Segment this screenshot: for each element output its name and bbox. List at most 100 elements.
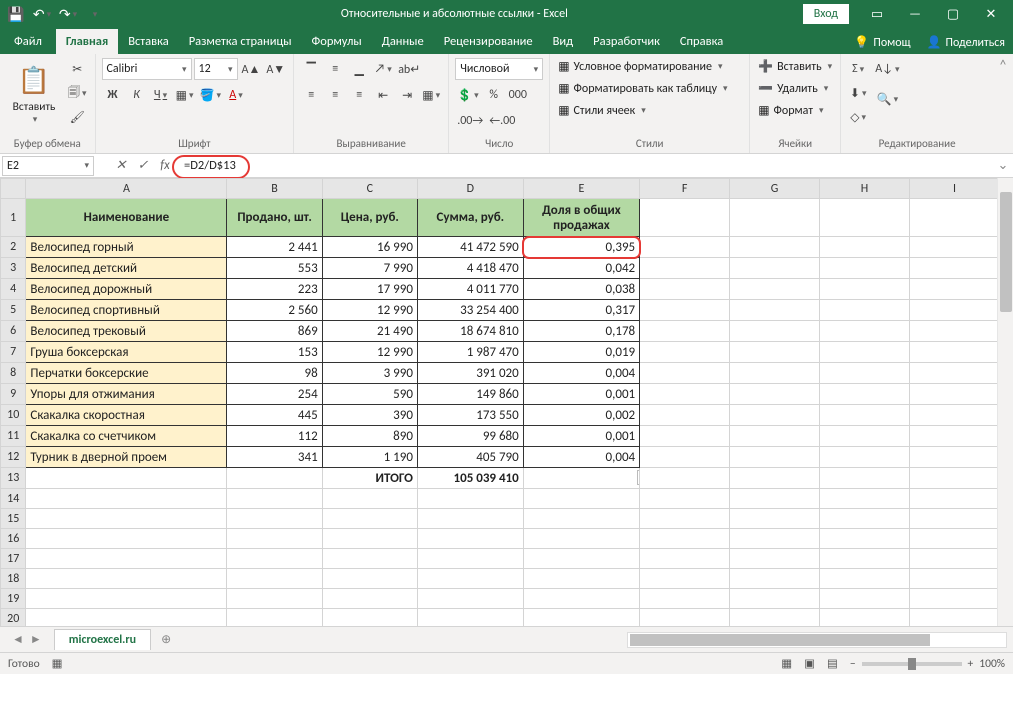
cell-sum[interactable]: 149 860 (417, 384, 523, 405)
autofill-options-icon[interactable]: ▦ (637, 470, 640, 485)
row-header[interactable]: 15 (1, 509, 26, 529)
align-left-icon[interactable]: ≡ (300, 84, 322, 106)
zoom-level[interactable]: 100% (979, 657, 1005, 671)
header-sum[interactable]: Сумма, руб. (417, 199, 523, 237)
sort-filter-icon[interactable]: A↓▾ (873, 58, 901, 80)
expand-formula-bar-icon[interactable]: ⌄ (993, 158, 1013, 173)
view-normal-icon[interactable]: ▦ (781, 656, 792, 671)
font-color-icon[interactable]: A▾ (225, 84, 247, 106)
cell-sum[interactable]: 33 254 400 (417, 300, 523, 321)
row-header[interactable]: 11 (1, 426, 26, 447)
zoom-slider[interactable] (862, 662, 962, 666)
fx-icon[interactable]: fx (154, 158, 176, 173)
cell-price[interactable]: 390 (322, 405, 417, 426)
number-format-combo[interactable]: Числовой▾ (455, 58, 543, 80)
cell-name[interactable]: Турник в дверной проем (26, 447, 227, 468)
font-size-combo[interactable]: 12▾ (194, 58, 238, 80)
cell-sold[interactable]: 98 (227, 363, 322, 384)
horizontal-scrollbar[interactable] (627, 632, 1007, 648)
cell-share[interactable]: 0,042 (523, 258, 639, 279)
cell-price[interactable]: 590 (322, 384, 417, 405)
delete-cells-button[interactable]: ➖Удалить▾ (756, 80, 830, 97)
total-label[interactable]: ИТОГО (322, 468, 417, 489)
ribbon-display-options-icon[interactable]: ▭ (859, 0, 895, 28)
decrease-font-icon[interactable]: A▼ (264, 58, 287, 80)
format-as-table-button[interactable]: ▦Форматировать как таблицу▾ (556, 80, 729, 97)
underline-button[interactable]: Ч▾ (150, 84, 172, 106)
close-icon[interactable]: ✕ (973, 0, 1009, 28)
zoom-in-icon[interactable]: + (968, 657, 974, 671)
name-box[interactable]: E2▾ (2, 156, 94, 176)
cell-sold[interactable]: 254 (227, 384, 322, 405)
col-header-F[interactable]: F (640, 179, 730, 199)
cell-name[interactable]: Груша боксерская (26, 342, 227, 363)
sheet-nav-next-icon[interactable]: ► (30, 632, 42, 647)
increase-indent-icon[interactable]: ⇥ (396, 84, 418, 106)
cancel-formula-icon[interactable]: ✕ (110, 158, 132, 173)
row-header[interactable]: 12 (1, 447, 26, 468)
cell-sum[interactable]: 173 550 (417, 405, 523, 426)
cell-sold[interactable]: 2 560 (227, 300, 322, 321)
tab-view[interactable]: Вид (543, 29, 584, 54)
tab-file[interactable]: Файл (0, 29, 56, 54)
tab-home[interactable]: Главная (56, 29, 118, 54)
autosum-icon[interactable]: Σ▾ (847, 58, 869, 80)
comma-format-icon[interactable]: 000 (507, 84, 529, 106)
tab-review[interactable]: Рецензирование (434, 29, 543, 54)
cell-share[interactable]: 0,004 (523, 447, 639, 468)
cell-share[interactable]: 0,395 (523, 237, 639, 258)
cell-name[interactable]: Велосипед горный (26, 237, 227, 258)
cell-sum[interactable]: 41 472 590 (417, 237, 523, 258)
new-sheet-icon[interactable]: ⊕ (161, 632, 171, 647)
save-icon[interactable]: 💾 (4, 2, 28, 26)
header-sold[interactable]: Продано, шт. (227, 199, 322, 237)
cell-sum[interactable]: 4 011 770 (417, 279, 523, 300)
format-cells-button[interactable]: ▦Формат▾ (756, 102, 825, 119)
fill-icon[interactable]: ⬇▾ (847, 82, 869, 104)
cell-share[interactable]: 0,019 (523, 342, 639, 363)
cell-share[interactable]: 0,317 (523, 300, 639, 321)
row-header[interactable]: 8 (1, 363, 26, 384)
orientation-icon[interactable]: ↗▾ (372, 58, 394, 80)
cell-sold[interactable]: 341 (227, 447, 322, 468)
cell-price[interactable]: 890 (322, 426, 417, 447)
cell-name[interactable]: Скакалка со счетчиком (26, 426, 227, 447)
undo-icon[interactable]: ↶▾ (30, 2, 54, 26)
cell-price[interactable]: 17 990 (322, 279, 417, 300)
percent-format-icon[interactable]: % (483, 84, 505, 106)
tell-me-button[interactable]: 💡Помощ (846, 31, 918, 54)
cell-sum[interactable]: 4 418 470 (417, 258, 523, 279)
view-page-layout-icon[interactable]: ▣ (804, 656, 815, 671)
cell-price[interactable]: 12 990 (322, 342, 417, 363)
macro-record-icon[interactable]: ▦ (52, 656, 63, 671)
total-value[interactable]: 105 039 410 (417, 468, 523, 489)
qat-customize-icon[interactable]: ▾ (82, 2, 106, 26)
row-header[interactable]: 7 (1, 342, 26, 363)
cell-share[interactable]: 0,038 (523, 279, 639, 300)
row-header[interactable]: 4 (1, 279, 26, 300)
row-header[interactable]: 19 (1, 589, 26, 609)
find-select-icon[interactable]: 🔍▾ (873, 88, 901, 110)
italic-button[interactable]: К (126, 84, 148, 106)
grid[interactable]: A B C D E F G H I 1 Наименование Продано… (0, 178, 997, 626)
cell-share[interactable]: 0,001 (523, 426, 639, 447)
formula-input[interactable]: =D2/D$13 (176, 158, 993, 173)
cell-name[interactable]: Перчатки боксерские (26, 363, 227, 384)
row-header[interactable]: 5 (1, 300, 26, 321)
cell-sold[interactable]: 869 (227, 321, 322, 342)
cell-name[interactable]: Скакалка скоростная (26, 405, 227, 426)
row-header[interactable]: 14 (1, 489, 26, 509)
align-center-icon[interactable]: ≡ (324, 84, 346, 106)
cell-name[interactable]: Велосипед детский (26, 258, 227, 279)
col-header-B[interactable]: B (227, 179, 322, 199)
insert-cells-button[interactable]: ➕Вставить▾ (756, 58, 834, 75)
conditional-formatting-button[interactable]: ▦Условное форматирование▾ (556, 58, 724, 75)
cell-price[interactable]: 7 990 (322, 258, 417, 279)
header-name[interactable]: Наименование (26, 199, 227, 237)
header-price[interactable]: Цена, руб. (322, 199, 417, 237)
cell-price[interactable]: 21 490 (322, 321, 417, 342)
row-header[interactable]: 9 (1, 384, 26, 405)
merge-icon[interactable]: ▦▾ (420, 84, 442, 106)
login-button[interactable]: Вход (803, 4, 849, 24)
zoom-out-icon[interactable]: − (850, 657, 856, 671)
